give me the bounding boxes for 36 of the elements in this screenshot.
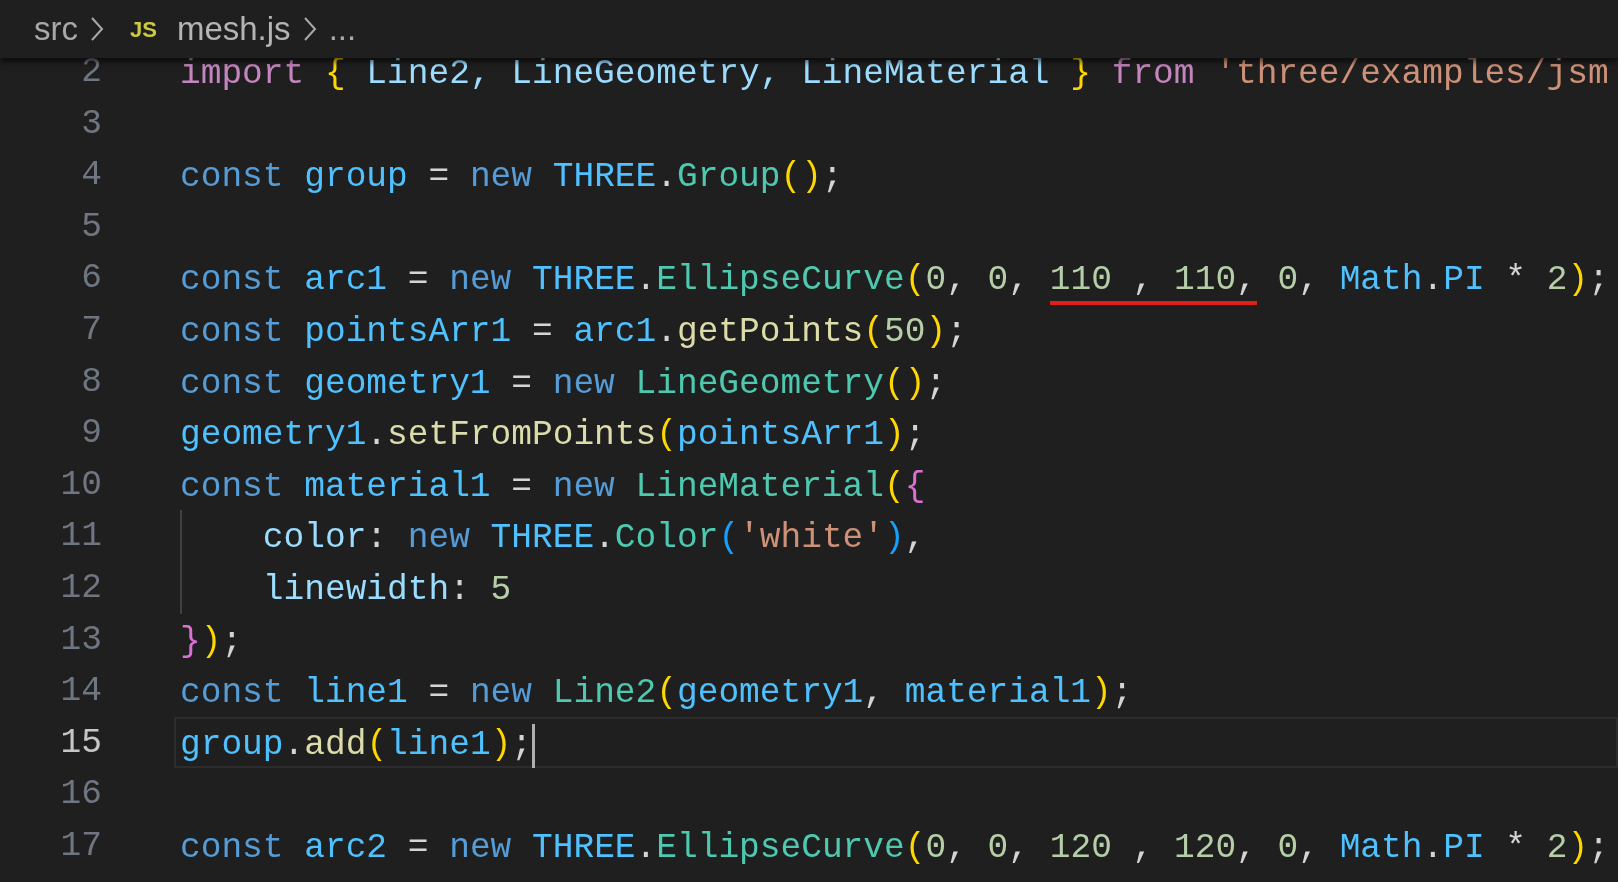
- breadcrumb-more[interactable]: ...: [328, 4, 357, 54]
- code-line: geometry1.setFromPoints(pointsArr1);: [180, 414, 926, 457]
- code-line: });: [180, 620, 243, 663]
- line-number: 11: [59, 515, 102, 558]
- line-number: 8: [80, 360, 102, 403]
- line-number: 2: [80, 51, 102, 93]
- breadcrumb-item[interactable]: mesh.js: [176, 4, 291, 54]
- breadcrumb-item[interactable]: src: [34, 4, 78, 54]
- js-file-icon: JS: [130, 12, 157, 46]
- line-number: 10: [59, 463, 102, 506]
- line-number: 9: [80, 412, 102, 455]
- chevron-right-icon: [302, 16, 317, 42]
- line-number: 7: [80, 308, 102, 351]
- chevron-right-icon: [90, 16, 104, 42]
- line-number: 16: [59, 773, 102, 816]
- code-line: const arc2 = new THREE.EllipseCurve(0, 0, 120 , 120, 0, Math.PI * 2);: [180, 826, 1609, 869]
- code-line: const line1 = new Line2(geometry1, material1);: [180, 672, 1133, 715]
- code-line: const arc1 = new THREE.EllipseCurve(0, 0, 110 , 110, 0, Math.PI * 2);: [180, 254, 1609, 306]
- line-number: 15: [59, 721, 102, 764]
- code-line: color: new THREE.Color('white'),: [261, 517, 926, 560]
- code-line: linewidth: 5: [261, 568, 512, 611]
- text-cursor: [532, 723, 536, 768]
- line-number: 4: [80, 154, 102, 197]
- underline-annotation: 110 , 110,: [1049, 260, 1257, 306]
- line-number: 3: [80, 102, 102, 145]
- line-number: 6: [80, 257, 102, 300]
- code-line: const material1 = new LineMaterial({: [180, 465, 926, 508]
- code-line: const group = new THREE.Group();: [180, 156, 843, 199]
- code-line: group.add(line1);: [180, 723, 533, 766]
- line-number: 12: [59, 566, 102, 609]
- code-line: const pointsArr1 = arc1.getPoints(50);: [180, 310, 967, 353]
- line-number: 13: [59, 618, 102, 661]
- line-number: 17: [59, 824, 102, 867]
- line-number: 5: [80, 205, 102, 248]
- code-line: const geometry1 = new LineGeometry();: [180, 362, 947, 405]
- line-number: 14: [59, 670, 102, 713]
